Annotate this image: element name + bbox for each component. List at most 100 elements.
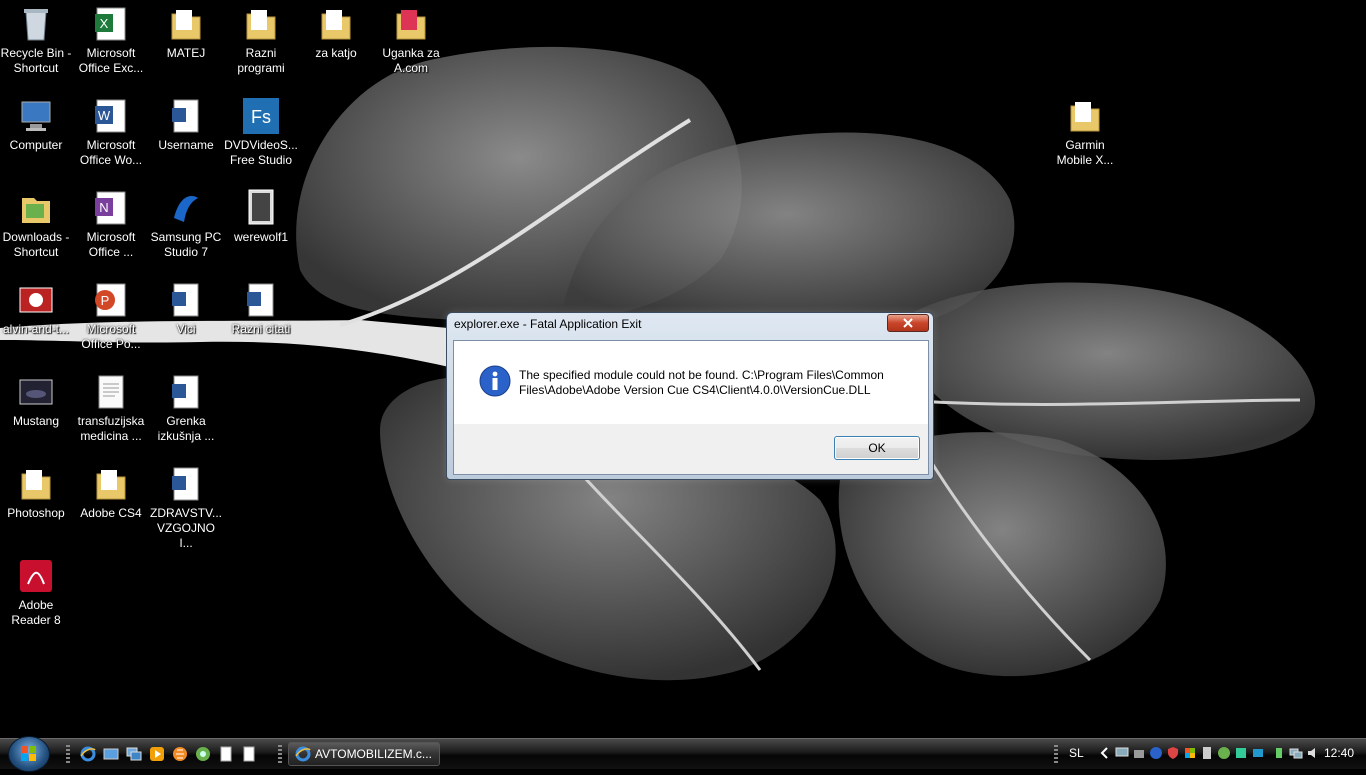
dvdvideosoft-icon: Fs xyxy=(243,98,279,134)
samsung-pc-studio-icon xyxy=(174,196,198,222)
icon-label: Photoshop xyxy=(7,506,65,520)
desktop-icon-downloads[interactable]: Downloads - Shortcut xyxy=(0,186,73,260)
volume-icon[interactable] xyxy=(1306,746,1320,760)
taskbar-button-avtomobilizem[interactable]: AVTOMOBILIZEM.c... xyxy=(288,742,440,766)
ok-button[interactable]: OK xyxy=(834,436,920,460)
app-tray-icon[interactable] xyxy=(1234,746,1248,760)
desktop-icon-uganka[interactable]: Uganka za A.com xyxy=(374,2,448,76)
desktop-icon-za-katjo[interactable]: za katjo xyxy=(299,2,373,61)
document-icon[interactable] xyxy=(218,746,234,762)
icon-label: Microsoft Office Po... xyxy=(81,322,141,351)
desktop-icon-computer[interactable]: Computer xyxy=(0,94,73,153)
desktop-icon-excel[interactable]: X Microsoft Office Exc... xyxy=(74,2,148,76)
clock[interactable]: 12:40 xyxy=(1324,746,1354,760)
desktop-icon-recycle-bin[interactable]: Recycle Bin - Shortcut xyxy=(0,2,73,76)
icon-label: Razni citati xyxy=(231,322,291,336)
desktop-icon-dvdvideosoft[interactable]: Fs DVDVideoS... Free Studio xyxy=(224,94,298,168)
image-file-icon xyxy=(19,379,53,405)
folder-icon xyxy=(96,470,126,500)
device-tray-icon[interactable] xyxy=(1200,746,1214,760)
image-file-icon xyxy=(19,287,53,313)
network-tray-icon[interactable] xyxy=(1132,746,1146,760)
document-icon xyxy=(172,375,199,409)
show-desktop-icon[interactable] xyxy=(103,746,119,762)
network-tray-icon[interactable] xyxy=(1289,746,1303,760)
taskbar: AVTOMOBILIZEM.c... SL 12:40 xyxy=(0,736,1366,772)
info-icon xyxy=(479,365,511,397)
desktop-icon-adobe-reader[interactable]: Adobe Reader 8 xyxy=(0,554,73,628)
flag-tray-icon[interactable] xyxy=(1183,746,1197,760)
word-icon xyxy=(172,467,199,501)
folder-icon xyxy=(21,470,51,500)
desktop-icon-zdravstv[interactable]: ZDRAVSTV... VZGOJNO I... xyxy=(149,462,223,551)
onenote-icon: N xyxy=(95,191,126,225)
close-icon xyxy=(903,318,913,328)
desktop-icon-transfuzijska[interactable]: transfuzijska medicina ... xyxy=(74,370,148,444)
security-tray-icon[interactable] xyxy=(1166,746,1180,760)
desktop-icon-matej[interactable]: MATEJ xyxy=(149,2,223,61)
folder-icon xyxy=(396,10,426,40)
svg-text:P: P xyxy=(101,293,110,308)
desktop-icon-onenote[interactable]: N Microsoft Office ... xyxy=(74,186,148,260)
icon-label: Downloads - Shortcut xyxy=(2,230,70,259)
desktop-icon-username[interactable]: Username xyxy=(149,94,223,153)
taskbar-grip[interactable] xyxy=(278,745,282,763)
icon-label: Adobe Reader 8 xyxy=(11,598,61,627)
fatal-error-dialog[interactable]: explorer.exe - Fatal Application Exit Th… xyxy=(446,312,934,480)
document-icon[interactable] xyxy=(241,746,257,762)
folder-icon xyxy=(1070,102,1100,132)
power-tray-icon[interactable] xyxy=(1272,746,1286,760)
taskbar-grip[interactable] xyxy=(66,745,70,763)
dialog-title: explorer.exe - Fatal Application Exit xyxy=(454,317,642,331)
app-icon[interactable] xyxy=(195,746,211,762)
desktop-icon-alvin[interactable]: alvin-and-t... xyxy=(0,278,73,337)
folder-icon xyxy=(321,10,351,40)
icon-label: Recycle Bin - Shortcut xyxy=(0,46,72,75)
document-icon xyxy=(172,99,199,133)
internet-explorer-icon[interactable] xyxy=(80,746,96,762)
icon-label: Uganka za A.com xyxy=(382,46,440,75)
folder-icon xyxy=(171,10,201,40)
desktop-icon-razni-citati[interactable]: Razni citati xyxy=(224,278,298,337)
svg-text:N: N xyxy=(99,200,108,215)
start-button[interactable] xyxy=(8,736,50,772)
desktop: Recycle Bin - Shortcut Computer Download… xyxy=(0,0,1366,738)
folder-icon xyxy=(246,10,276,40)
dialog-close-button[interactable] xyxy=(887,314,929,332)
adobe-reader-icon xyxy=(20,560,52,592)
desktop-icon-grenka[interactable]: Grenka izkušnja ... xyxy=(149,370,223,444)
desktop-icon-samsung[interactable]: Samsung PC Studio 7 xyxy=(149,186,223,260)
desktop-icon-adobe-cs4[interactable]: Adobe CS4 xyxy=(74,462,148,521)
taskbar-grip[interactable] xyxy=(1054,745,1058,763)
excel-icon: X xyxy=(95,7,126,41)
icon-label: Username xyxy=(158,138,214,152)
desktop-icon-razni-programi[interactable]: Razni programi xyxy=(224,2,298,76)
app-tray-icon[interactable] xyxy=(1217,746,1231,760)
icon-label: ZDRAVSTV... VZGOJNO I... xyxy=(149,506,223,550)
avast-tray-icon[interactable] xyxy=(1149,746,1163,760)
language-indicator[interactable]: SL xyxy=(1069,746,1084,760)
desktop-icon-powerpoint[interactable]: P Microsoft Office Po... xyxy=(74,278,148,352)
chevron-left-icon[interactable] xyxy=(1098,746,1112,760)
monitor-tray-icon[interactable] xyxy=(1115,746,1129,760)
desktop-icon-word[interactable]: W Microsoft Office Wo... xyxy=(74,94,148,168)
icon-label: Mustang xyxy=(12,414,60,428)
icon-label: Grenka izkušnja ... xyxy=(157,414,215,443)
icon-label: DVDVideoS... Free Studio xyxy=(224,138,298,167)
icon-label: alvin-and-t... xyxy=(2,322,70,336)
vlc-icon[interactable] xyxy=(172,746,188,762)
icon-label: Computer xyxy=(9,138,63,152)
desktop-icon-garmin[interactable]: Garmin Mobile X... xyxy=(1048,94,1122,168)
desktop-icon-vici[interactable]: Vici xyxy=(149,278,223,337)
windows-logo-icon xyxy=(21,746,36,761)
desktop-icon-werewolf1[interactable]: werewolf1 xyxy=(224,186,298,245)
app-tray-icon[interactable] xyxy=(1251,746,1265,760)
document-icon xyxy=(247,283,274,317)
desktop-icon-photoshop[interactable]: Photoshop xyxy=(0,462,73,521)
desktop-icon-mustang[interactable]: Mustang xyxy=(0,370,73,429)
icon-label: Microsoft Office Exc... xyxy=(78,46,144,75)
media-player-icon[interactable] xyxy=(149,746,165,762)
icon-label: Microsoft Office ... xyxy=(86,230,136,259)
switch-windows-icon[interactable] xyxy=(126,746,142,762)
svg-text:X: X xyxy=(100,16,109,31)
